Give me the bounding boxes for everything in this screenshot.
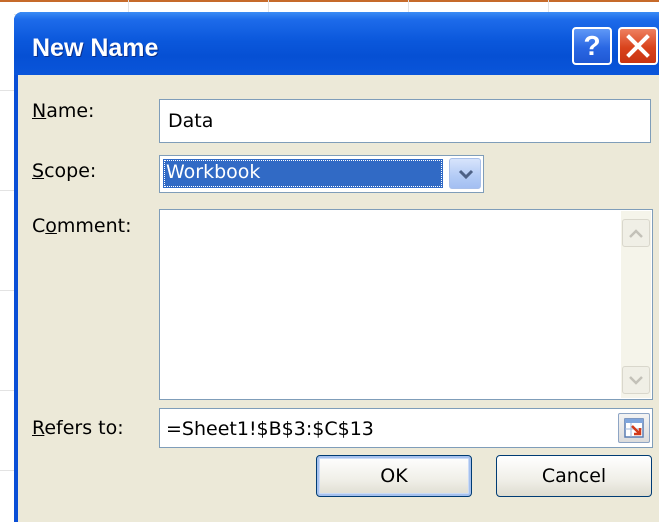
- chevron-down-icon: [629, 376, 643, 385]
- scroll-up-button[interactable]: [622, 219, 650, 247]
- chevron-up-icon: [629, 229, 643, 238]
- range-select-icon: [624, 418, 644, 438]
- sheet-row-divider: [0, 90, 14, 91]
- scope-label: Scope:: [32, 160, 96, 182]
- sheet-left-strip: [0, 14, 14, 508]
- close-icon: [626, 34, 650, 58]
- comment-label-text: mment:: [56, 215, 132, 237]
- collapse-dialog-button[interactable]: [618, 413, 650, 443]
- refers-to-value: =Sheet1!$B$3:$C$13: [166, 418, 374, 440]
- scope-label-accelerator: S: [32, 160, 45, 182]
- scope-dropdown-button[interactable]: [449, 158, 481, 189]
- scroll-down-button[interactable]: [622, 366, 650, 394]
- sheet-row-divider: [0, 390, 14, 391]
- name-label-accelerator: N: [32, 100, 47, 122]
- refers-to-label: Refers to:: [32, 417, 124, 439]
- help-button[interactable]: ?: [572, 27, 612, 65]
- scope-label-text: cope:: [44, 160, 97, 182]
- comment-textarea[interactable]: [159, 209, 653, 400]
- refers-to-label-text: efers to:: [44, 417, 124, 439]
- refers-to-field[interactable]: =Sheet1!$B$3:$C$13: [159, 408, 653, 448]
- dialog-body: Name: Data Scope: Workbook Comment: Refe…: [18, 75, 659, 522]
- sheet-row-divider: [0, 470, 14, 471]
- sheet-row-divider: [0, 290, 14, 291]
- scope-value-text: Workbook: [166, 161, 261, 183]
- dialog-title: New Name: [32, 34, 159, 62]
- ok-button[interactable]: OK: [316, 455, 472, 497]
- sheet-top-edge: [0, 0, 659, 2]
- scope-selected-value: Workbook: [163, 159, 443, 188]
- comment-label-accelerator: o: [45, 215, 57, 237]
- name-field-value: Data: [168, 110, 214, 132]
- chevron-down-icon: [458, 169, 474, 180]
- cancel-button[interactable]: Cancel: [496, 455, 652, 497]
- name-label-text: ame:: [46, 100, 95, 122]
- refers-to-label-accelerator: R: [32, 417, 45, 439]
- title-bar[interactable]: New Name ?: [14, 12, 659, 75]
- comment-scrollbar[interactable]: [621, 211, 651, 398]
- comment-label-prefix: C: [32, 215, 46, 237]
- scope-dropdown[interactable]: Workbook: [159, 155, 484, 193]
- comment-label: Comment:: [32, 215, 132, 237]
- name-field[interactable]: Data: [159, 99, 651, 143]
- sheet-row-divider: [0, 190, 14, 191]
- new-name-dialog: New Name ? Name: Data Scope: Workbook Co…: [14, 12, 659, 522]
- name-label: Name:: [32, 100, 94, 122]
- close-button[interactable]: [618, 27, 658, 65]
